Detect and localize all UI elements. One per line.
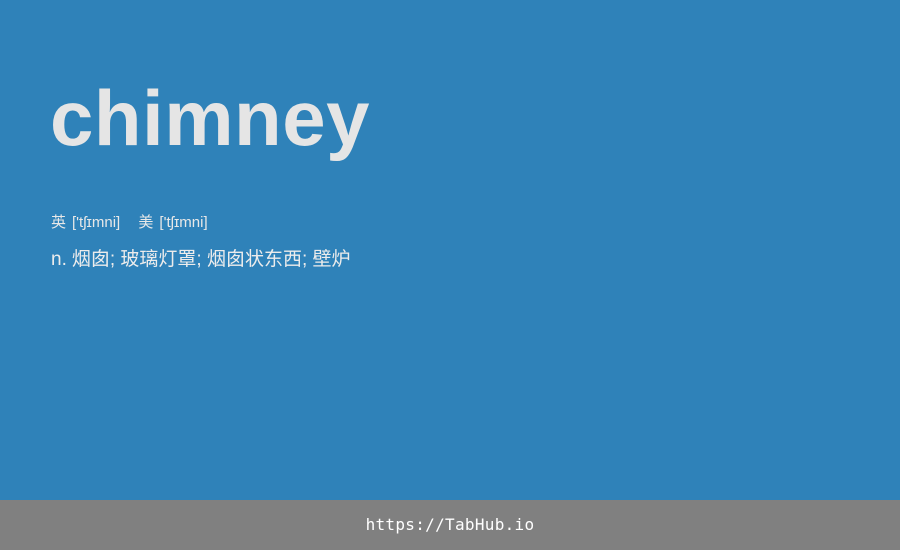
definition-line: n. 烟囱; 玻璃灯罩; 烟囱状东西; 壁炉 [51,246,351,274]
definition-meanings: 烟囱; 玻璃灯罩; 烟囱状东西; 壁炉 [71,249,351,270]
tabhub-link[interactable]: https://TabHub.io [366,514,535,536]
footer-bar: https://TabHub.io [0,500,900,550]
part-of-speech: n. [51,249,67,270]
headword: chimney [50,74,370,162]
phonetic-us: 美 ['tʃɪmni] [138,212,207,234]
phonetics-row: 英 ['tʃɪmni] 美 ['tʃɪmni] [51,212,222,234]
phonetic-region-label: 英 [51,214,67,231]
phonetic-ipa: ['tʃɪmni] [159,214,208,231]
phonetic-region-label: 美 [138,214,154,231]
word-card: chimney 英 ['tʃɪmni] 美 ['tʃɪmni] n. 烟囱; 玻璃灯罩… [0,0,900,500]
phonetic-uk: 英 ['tʃɪmni] [51,212,120,234]
phonetic-ipa: ['tʃɪmni] [72,214,121,231]
